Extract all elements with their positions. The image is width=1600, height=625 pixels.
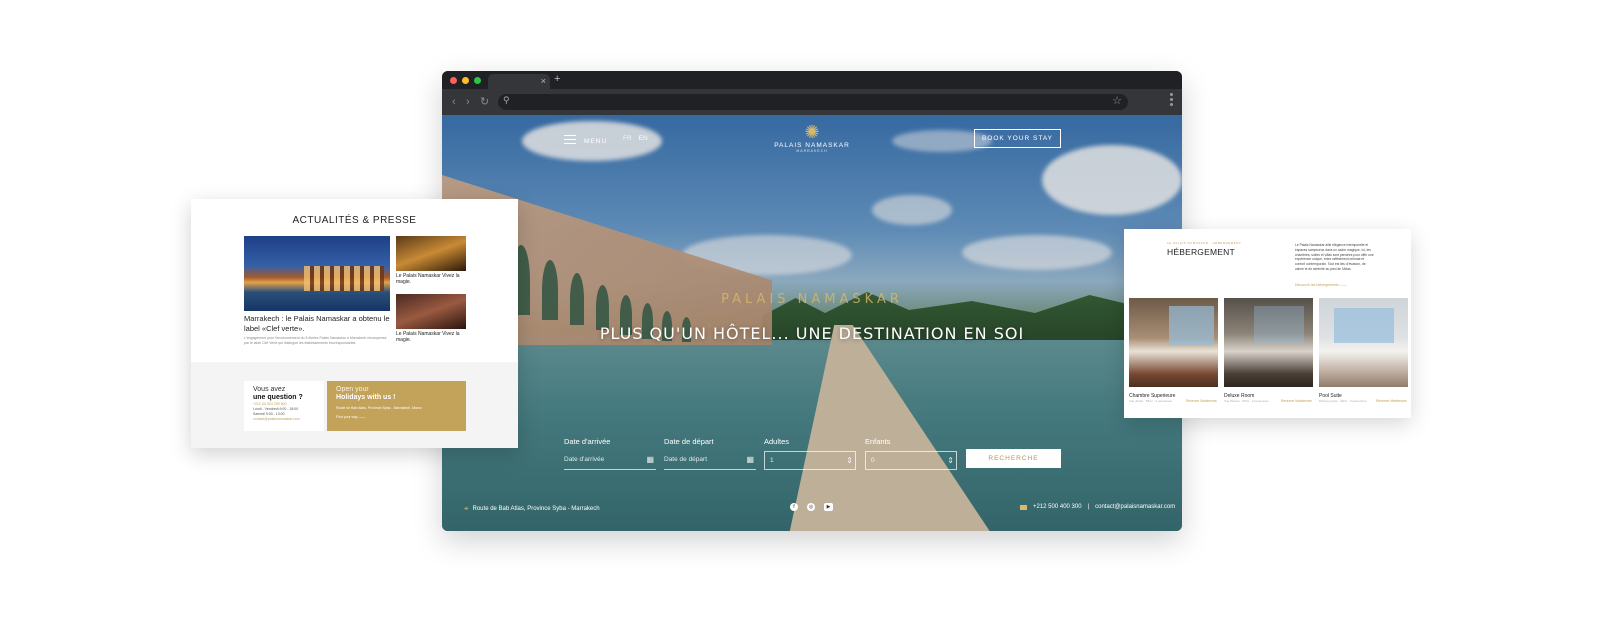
language-switcher: FR EN	[623, 135, 648, 142]
adults-field: Adultes 1 ⇕	[764, 437, 856, 470]
rooms-kicker: LE PALAIS NAMASKAR · HÉBERGEMENT	[1167, 241, 1242, 245]
close-window-button[interactable]	[450, 77, 457, 84]
lang-fr[interactable]: FR	[623, 135, 632, 142]
location-pin-icon: ⌖	[464, 504, 469, 513]
instagram-icon[interactable]: ◎	[807, 503, 815, 511]
logo[interactable]: ✺ PALAIS NAMASKAR MARRAKECH	[772, 123, 852, 153]
phone-link[interactable]: +212 500 400 300	[1033, 504, 1082, 510]
hamburger-icon	[564, 135, 576, 147]
news-main-title[interactable]: Marrakech : le Palais Namaskar a obtenu …	[244, 314, 394, 334]
adults-select[interactable]: 1 ⇕	[764, 451, 856, 470]
forward-icon[interactable]: ›	[466, 95, 470, 109]
news-card: ACTUALITÉS & PRESSE Marrakech : le Palai…	[191, 199, 518, 448]
browser-toolbar: ‹ › ↻ ⚲ ☆	[442, 89, 1182, 115]
reload-icon[interactable]: ↻	[480, 95, 489, 109]
arrival-field: Date d'arrivée Date d'arrivée ▦	[564, 437, 656, 470]
departure-input[interactable]: Date de départ ▦	[664, 451, 756, 470]
news-title: ACTUALITÉS & PRESSE	[292, 215, 417, 226]
holidays-line2: Holidays with us !	[336, 394, 396, 401]
news-main-image[interactable]	[244, 236, 390, 311]
facebook-icon[interactable]: f	[790, 503, 798, 511]
news-main-excerpt: L'engagement pour l'environnement du 5 é…	[244, 336, 387, 345]
search-button[interactable]: RECHERCHE	[966, 449, 1061, 468]
plus-icon[interactable]: +	[554, 73, 560, 85]
room-details: Vue Jardin · 55m² · 2 personnes	[1129, 399, 1172, 403]
children-label: Enfants	[865, 437, 891, 446]
logo-name: PALAIS NAMASKAR	[774, 142, 850, 149]
close-icon[interactable]: ×	[541, 75, 546, 87]
contact-line: +212 500 400 300 | contact@palaisnamaska…	[1020, 504, 1175, 510]
adults-value: 1	[770, 457, 774, 464]
hero-kicker: PALAIS NAMASKAR	[721, 292, 903, 307]
question-email[interactable]: contact@palaisnamaskar.com	[253, 417, 315, 422]
departure-label: Date de départ	[664, 437, 714, 446]
departure-placeholder: Date de départ	[664, 456, 708, 463]
logo-subtitle: MARRAKECH	[796, 149, 828, 153]
children-select[interactable]: 0 ⇕	[865, 451, 957, 470]
question-line1: Vous avez	[253, 386, 286, 393]
news-small-caption[interactable]: Le Palais Namaskar Vivez la magie.	[396, 331, 468, 343]
browser-window: × + ‹ › ↻ ⚲ ☆ MENU FR EN ✺ PALAIS NAMASK…	[442, 71, 1182, 531]
email-link[interactable]: contact@palaisnamaskar.com	[1095, 504, 1175, 510]
search-icon: ⚲	[503, 95, 510, 105]
holidays-address: Route de Bab Atlas, Province Syba - Marr…	[336, 406, 422, 410]
maximize-window-button[interactable]	[474, 77, 481, 84]
logo-emblem-icon: ✺	[804, 122, 820, 142]
news-image-small[interactable]	[396, 294, 466, 329]
holidays-line1: Open your	[336, 386, 369, 393]
stepper-icon: ⇕	[947, 456, 954, 465]
rooms-description: Le Palais Namaskar allie élégance intemp…	[1295, 243, 1374, 271]
tab-bar: × +	[442, 71, 1182, 89]
children-field: Enfants 0 ⇕	[865, 437, 957, 470]
browser-tab[interactable]: ×	[488, 74, 550, 89]
hero-section: MENU FR EN ✺ PALAIS NAMASKAR MARRAKECH B…	[442, 115, 1182, 531]
calendar-icon: ▦	[646, 455, 654, 464]
address-bar[interactable]: ⚲ ☆	[498, 94, 1128, 110]
arrival-input[interactable]: Date d'arrivée ▦	[564, 451, 656, 470]
arrival-placeholder: Date d'arrivée	[564, 456, 605, 463]
minimize-window-button[interactable]	[462, 77, 469, 84]
room-image[interactable]	[1319, 298, 1408, 387]
room-details: Piscine privée · 90m² · 3 personnes	[1319, 399, 1367, 403]
contact-separator: |	[1087, 504, 1090, 510]
room-book-link[interactable]: Réserver Maintenant	[1376, 399, 1407, 403]
arrival-label: Date d'arrivée	[564, 437, 611, 446]
room-book-link[interactable]: Réserver Maintenant	[1186, 399, 1217, 403]
adults-label: Adultes	[764, 437, 790, 446]
book-your-stay-button[interactable]: BOOK YOUR STAY	[974, 129, 1061, 148]
menu-label: MENU	[584, 137, 608, 145]
departure-field: Date de départ Date de départ ▦	[664, 437, 756, 470]
stepper-icon: ⇕	[846, 456, 853, 465]
menu-button[interactable]: MENU	[564, 135, 607, 147]
room-details: Vue Piscine · 65m² · 2 personnes	[1224, 399, 1269, 403]
phone-icon	[1020, 504, 1027, 510]
question-line2: une question ?	[253, 394, 303, 401]
room-book-link[interactable]: Réserver Maintenant	[1281, 399, 1312, 403]
lang-en[interactable]: EN	[639, 135, 648, 142]
rooms-discover-link[interactable]: Découvrir les hébergements ——	[1295, 283, 1347, 287]
youtube-icon[interactable]: ▶	[824, 503, 833, 511]
rooms-card: LE PALAIS NAMASKAR · HÉBERGEMENT HÉBERGE…	[1124, 229, 1411, 418]
news-image-small[interactable]	[396, 236, 466, 271]
address-text: Route de Bab Atlas, Province Syba - Marr…	[472, 506, 600, 512]
question-box: Vous avez une question ? +212 (0) 524 29…	[244, 381, 324, 431]
room-image[interactable]	[1129, 298, 1218, 387]
calendar-icon: ▦	[746, 455, 754, 464]
news-small-caption[interactable]: Le Palais Namaskar Vivez la magie.	[396, 273, 468, 285]
star-icon[interactable]: ☆	[1112, 94, 1122, 107]
back-icon[interactable]: ‹	[452, 95, 456, 109]
hero-headline: PLUS QU'UN HÔTEL... UNE DESTINATION EN S…	[599, 324, 1025, 343]
children-value: 0	[871, 457, 875, 464]
room-image[interactable]	[1224, 298, 1313, 387]
address-line: ⌖ Route de Bab Atlas, Province Syba - Ma…	[464, 504, 600, 514]
rooms-title: HÉBERGEMENT	[1167, 247, 1235, 257]
find-your-way-link[interactable]: Find your way ——	[336, 415, 457, 420]
social-links: f ◎ ▶	[790, 503, 833, 511]
kebab-icon[interactable]	[1170, 93, 1174, 108]
holidays-box: Open your Holidays with us ! Route de Ba…	[327, 381, 466, 431]
